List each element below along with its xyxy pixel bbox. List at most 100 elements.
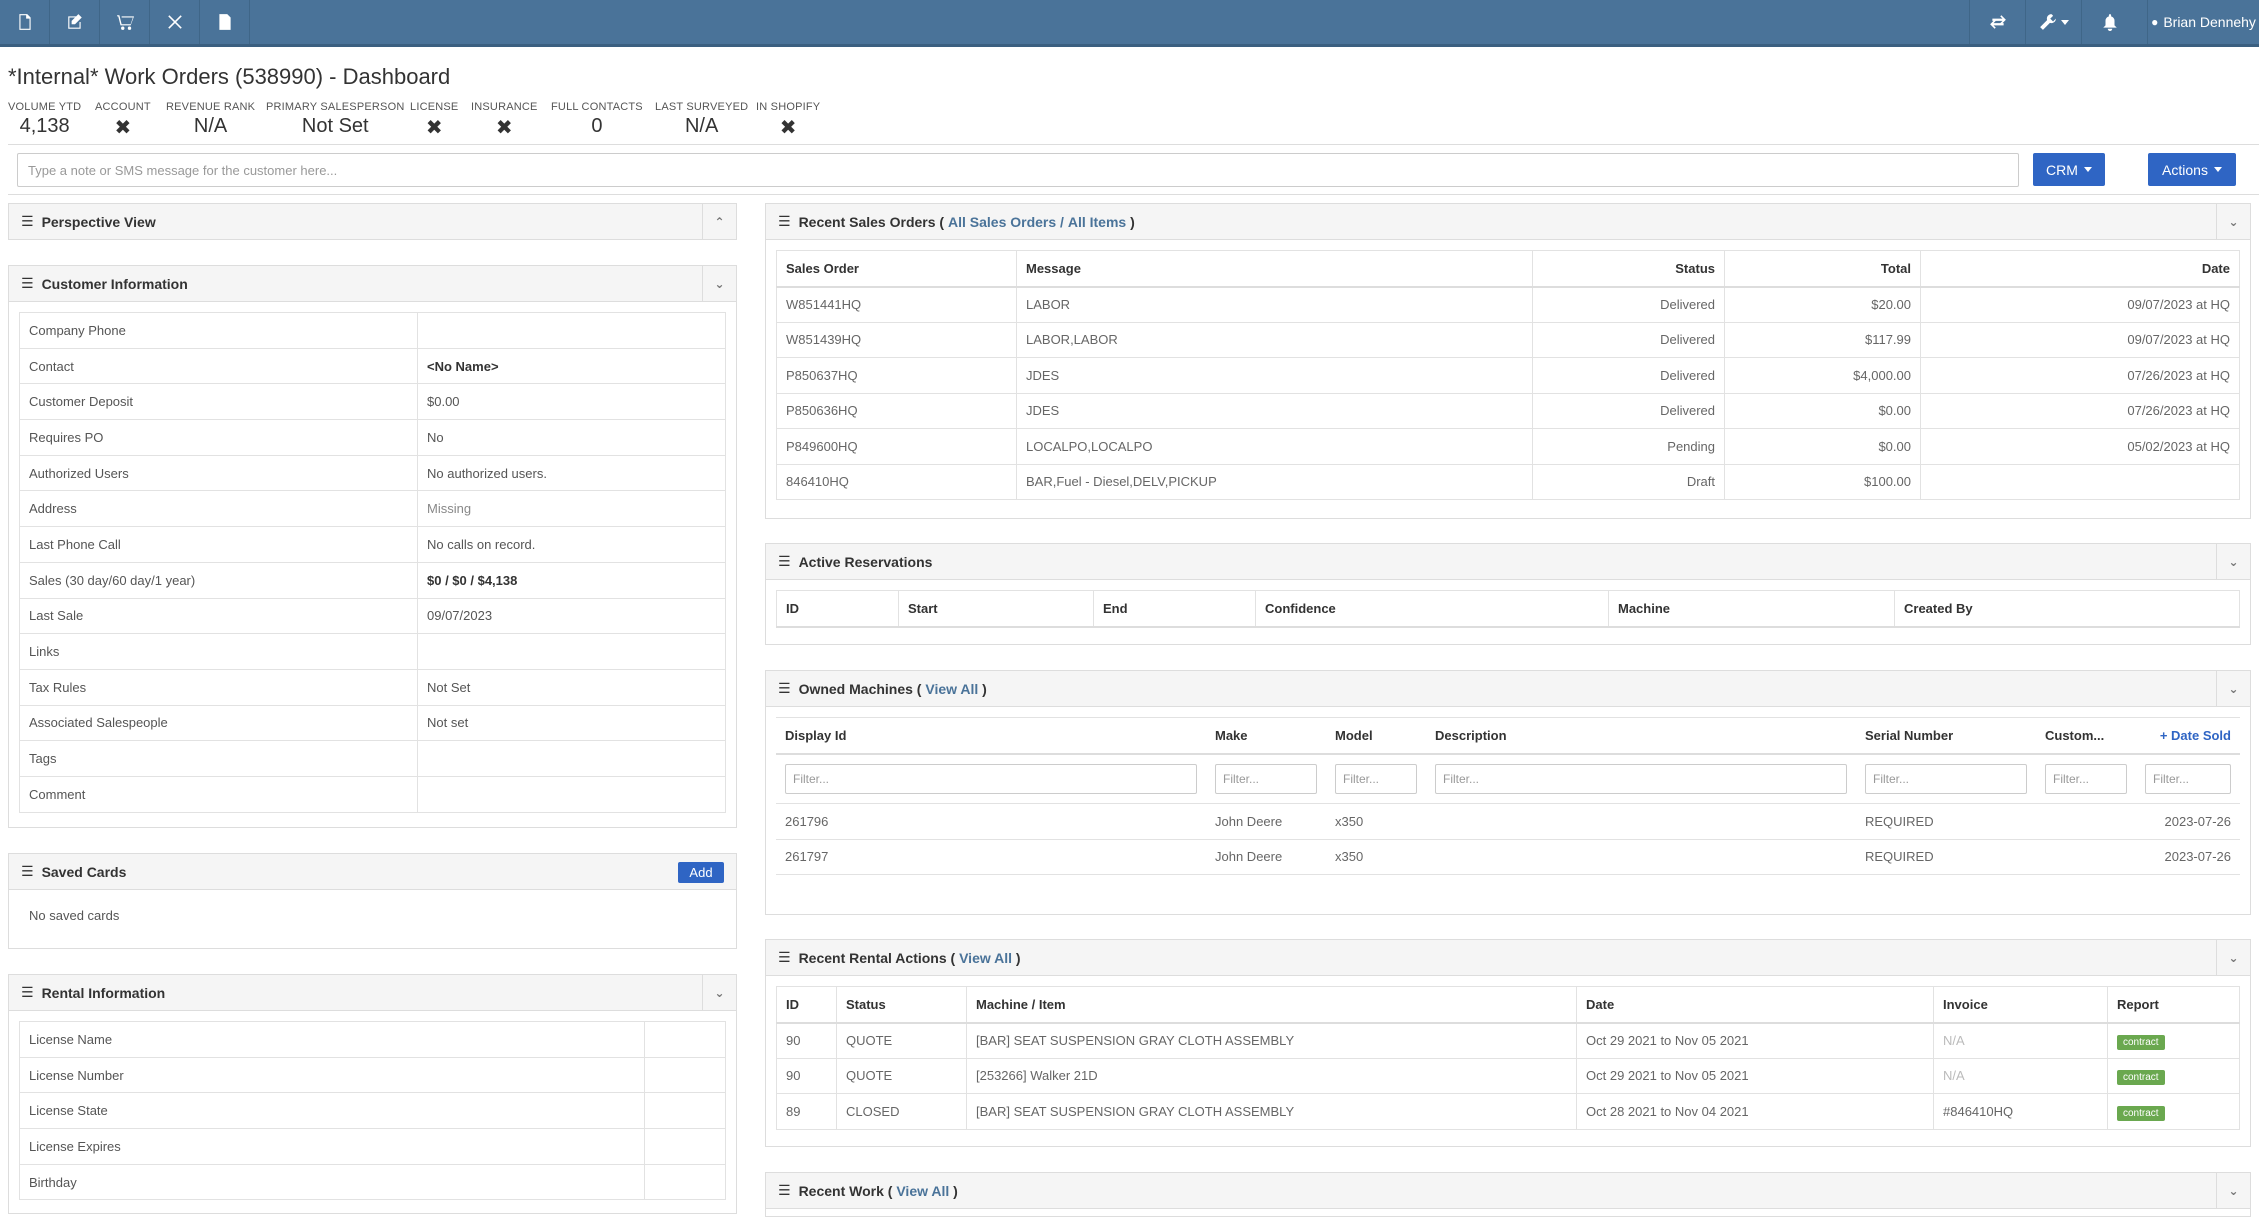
x-icon: ✖ bbox=[495, 117, 513, 139]
contract-badge[interactable]: contract bbox=[2117, 1070, 2165, 1086]
rental-info-table: License Name License Number License Stat… bbox=[19, 1021, 726, 1201]
table-row: Last Sale 09/07/2023 bbox=[19, 597, 726, 635]
x-icon: ✖ bbox=[114, 117, 132, 139]
filter-date-sold[interactable]: Filter... bbox=[2145, 763, 2231, 794]
hamburger-icon: ☰ bbox=[778, 1182, 791, 1198]
owned-machines-panel: ☰ Owned Machines ( View All ) ⌄ Display … bbox=[765, 670, 2251, 915]
table-row: 261796 John Deere x350 REQUIRED 2023-07-26 bbox=[776, 803, 2240, 840]
chevron-down-icon[interactable]: ⌄ bbox=[702, 975, 736, 1010]
top-navbar: ● Brian Dennehy bbox=[0, 0, 2259, 47]
caret-down-icon bbox=[2083, 167, 2092, 172]
all-sales-orders-link[interactable]: All Sales Orders bbox=[948, 214, 1056, 230]
filter-custom[interactable]: Filter... bbox=[2045, 763, 2127, 794]
customer-info-table: Company Phone Contact <No Name> Customer … bbox=[19, 312, 726, 813]
saved-cards-empty: No saved cards bbox=[29, 908, 120, 923]
actions-button[interactable]: Actions bbox=[2148, 153, 2236, 186]
filter-serial-number[interactable]: Filter... bbox=[1865, 763, 2027, 794]
crm-button[interactable]: CRM bbox=[2033, 153, 2105, 186]
table-row: 261797 John Deere x350 REQUIRED 2023-07-26 bbox=[776, 838, 2240, 875]
customer-information-panel: ☰ Customer Information ⌄ Company Phone C… bbox=[8, 265, 737, 828]
table-row: Links bbox=[19, 633, 726, 670]
hamburger-icon: ☰ bbox=[21, 863, 34, 879]
add-card-button[interactable]: Add bbox=[678, 862, 724, 883]
filter-description[interactable]: Filter... bbox=[1435, 763, 1847, 794]
table-row: Contact <No Name> bbox=[19, 347, 726, 385]
file-icon[interactable] bbox=[200, 0, 250, 44]
hamburger-icon: ☰ bbox=[778, 949, 791, 965]
stat-license: LICENSE ✖ bbox=[410, 101, 459, 139]
table-row: 89 CLOSED [BAR] SEAT SUSPENSION GRAY CLOTH… bbox=[776, 1093, 2240, 1130]
note-input[interactable]: Type a note or SMS message for the custo… bbox=[17, 153, 2019, 187]
table-row: Tags bbox=[19, 740, 726, 777]
hamburger-icon: ☰ bbox=[21, 213, 34, 229]
user-menu[interactable]: ● Brian Dennehy bbox=[2147, 0, 2259, 44]
view-all-machines-link[interactable]: View All bbox=[925, 681, 978, 697]
table-row: Sales (30 day/60 day/1 year) $0 / $0 / $4… bbox=[19, 561, 726, 599]
wrench-icon[interactable] bbox=[2025, 0, 2081, 44]
table-row: Authorized Users No authorized users. bbox=[19, 454, 726, 492]
document-icon[interactable] bbox=[0, 0, 50, 44]
hamburger-icon: ☰ bbox=[778, 213, 791, 229]
invoice-link[interactable]: #846410HQ bbox=[1933, 1093, 2108, 1130]
rentals-table: ID Status Machine / Item Date Invoice Re… bbox=[776, 986, 2240, 1130]
stat-insurance: INSURANCE ✖ bbox=[471, 101, 538, 139]
chevron-down-icon[interactable]: ⌄ bbox=[2216, 1173, 2250, 1208]
chevron-down-icon[interactable]: ⌄ bbox=[2216, 204, 2250, 239]
x-icon: ✖ bbox=[425, 117, 443, 139]
perspective-view-panel: ☰ Perspective View ⌃ bbox=[8, 203, 737, 240]
table-row: W851441HQ LABOR Delivered $20.00 09/07/2023 … bbox=[776, 286, 2240, 323]
table-row: Tax Rules Not Set bbox=[19, 668, 726, 706]
hamburger-icon: ☰ bbox=[21, 984, 34, 1000]
stat-revenue-rank: REVENUE RANK N/A bbox=[166, 101, 256, 137]
table-row: License Expires bbox=[19, 1128, 726, 1165]
table-row: Last Phone Call No calls on record. bbox=[19, 526, 726, 563]
x-icon: ✖ bbox=[779, 117, 797, 139]
table-row: Customer Deposit $0.00 bbox=[19, 383, 726, 421]
table-row: Birthday bbox=[19, 1163, 726, 1201]
caret-down-icon bbox=[2213, 167, 2222, 172]
stat-last-surveyed: LAST SURVEYED N/A bbox=[655, 101, 749, 137]
edit-icon[interactable] bbox=[50, 0, 100, 44]
contract-badge[interactable]: contract bbox=[2117, 1035, 2165, 1050]
tools-icon[interactable] bbox=[150, 0, 200, 44]
table-row: 846410HQ BAR,Fuel - Diesel,DELV,PICKUP Dra… bbox=[776, 463, 2240, 500]
table-row: 90 QUOTE [BAR] SEAT SUSPENSION GRAY CLOTH … bbox=[776, 1022, 2240, 1059]
recent-sales-orders-panel: ☰ Recent Sales Orders ( All Sales Orders… bbox=[765, 203, 2251, 519]
table-row: License Name bbox=[19, 1021, 726, 1058]
machines-table: Display Id Make Model Description Serial… bbox=[776, 717, 2240, 875]
stat-full-contacts: FULL CONTACTS 0 bbox=[551, 101, 643, 137]
chevron-down-icon[interactable]: ⌄ bbox=[2216, 544, 2250, 579]
table-row: P850636HQ JDES Delivered $0.00 07/26/2023 at… bbox=[776, 392, 2240, 429]
filter-make[interactable]: Filter... bbox=[1215, 763, 1317, 794]
bell-icon[interactable] bbox=[2081, 0, 2137, 44]
chevron-down-icon[interactable]: ⌄ bbox=[2216, 671, 2250, 706]
table-row: License State bbox=[19, 1092, 726, 1130]
stat-volume-ytd: VOLUME YTD 4,138 bbox=[8, 101, 82, 137]
chevron-down-icon[interactable]: ⌄ bbox=[702, 266, 736, 301]
date-sold-sort-header[interactable]: + Date Sold bbox=[2136, 717, 2240, 755]
plus-icon: + bbox=[2159, 727, 2172, 743]
table-row: P850637HQ JDES Delivered $4,000.00 07/26/202… bbox=[776, 357, 2240, 394]
view-all-work-link[interactable]: View All bbox=[896, 1183, 949, 1199]
filter-display-id[interactable]: Filter... bbox=[785, 763, 1197, 794]
page-title: *Internal* Work Orders (538990) - Dashbo… bbox=[8, 64, 451, 89]
table-row: License Number bbox=[19, 1056, 726, 1094]
user-name: Brian Dennehy bbox=[2163, 14, 2256, 30]
filter-model[interactable]: Filter... bbox=[1335, 763, 1417, 794]
swap-icon[interactable] bbox=[1969, 0, 2025, 44]
view-all-rentals-link[interactable]: View All bbox=[959, 950, 1012, 966]
saved-cards-panel: ☰ Saved Cards Add No saved cards bbox=[8, 853, 737, 949]
hamburger-icon: ☰ bbox=[778, 553, 791, 569]
sales-orders-table: Sales Order Message Status Total Date W8… bbox=[776, 250, 2240, 500]
cart-icon[interactable] bbox=[100, 0, 150, 44]
recent-rental-actions-panel: ☰ Recent Rental Actions ( View All ) ⌄ I… bbox=[765, 939, 2251, 1147]
note-row: Type a note or SMS message for the custo… bbox=[8, 144, 2259, 195]
table-row: 90 QUOTE [253266] Walker 21D Oct 29 2021 to… bbox=[776, 1057, 2240, 1094]
contract-badge[interactable]: contract bbox=[2117, 1105, 2165, 1121]
chevron-up-icon[interactable]: ⌃ bbox=[702, 204, 736, 239]
table-row: Address Missing bbox=[19, 490, 726, 528]
all-items-link[interactable]: All Items bbox=[1068, 214, 1126, 230]
chevron-down-icon[interactable]: ⌄ bbox=[2216, 940, 2250, 975]
recent-work-panel: ☰ Recent Work ( View All ) ⌄ bbox=[765, 1172, 2251, 1217]
table-row: Associated Salespeople Not set bbox=[19, 704, 726, 742]
